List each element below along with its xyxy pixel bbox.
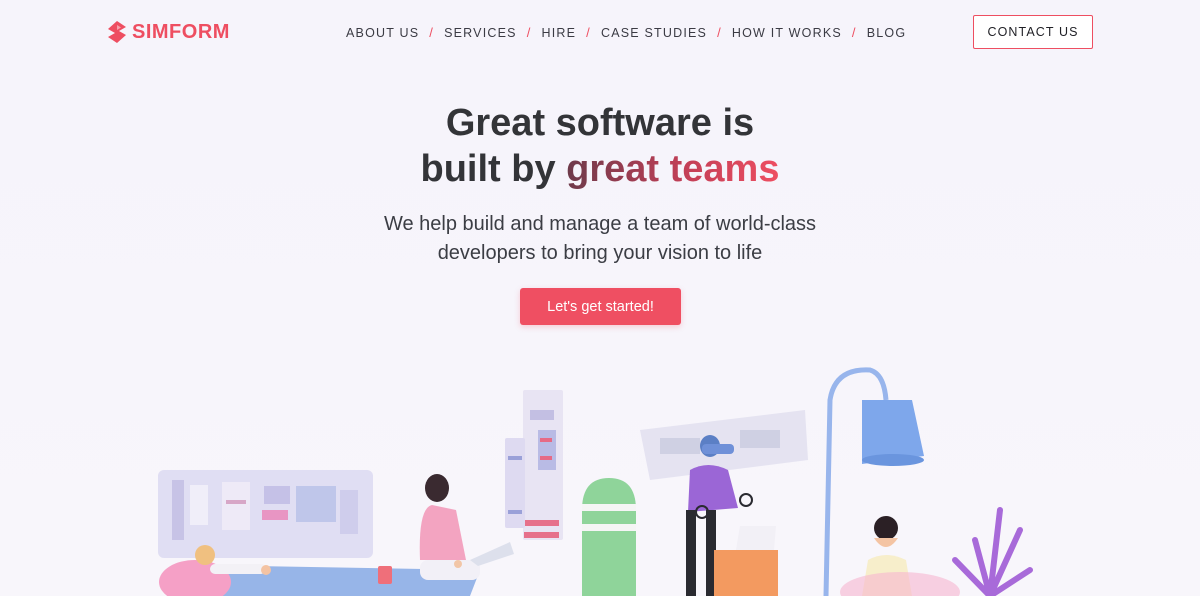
nav-item-case-studies[interactable]: CASE STUDIES (601, 26, 707, 40)
hero-subtitle: We help build and manage a team of world… (0, 210, 1200, 268)
nav-separator: / (526, 25, 532, 40)
nav-separator: / (586, 25, 591, 40)
main-nav: ABOUT US / SERVICES / HIRE / CASE STUDIE… (346, 25, 906, 40)
hero-title-prefix: built by (420, 148, 567, 190)
nav-item-services[interactable]: SERVICES (444, 26, 517, 40)
nav-item-about-us[interactable]: ABOUT US (346, 26, 419, 40)
hero-subtitle-line2: developers to bring your vision to life (437, 242, 763, 264)
team-workspace-illustration (158, 367, 1033, 596)
nav-item-hire[interactable]: HIRE (542, 26, 577, 40)
brand-name: SIMFORM (132, 20, 230, 43)
hero-title-accent: great teams (566, 148, 780, 190)
hero-title-line1: Great software is (445, 102, 755, 144)
nav-separator: / (429, 25, 435, 40)
nav-item-blog[interactable]: BLOG (867, 26, 907, 40)
hero-title: Great software is built by great teams (0, 100, 1200, 192)
simform-logo[interactable]: SIMFORM (106, 20, 230, 44)
hero-title-line2: built by great teams (0, 146, 1200, 192)
nav-separator: / (717, 25, 722, 40)
hero-subtitle-line1: We help build and manage a team of world… (383, 213, 817, 235)
nav-item-how-it-works[interactable]: HOW IT WORKS (732, 26, 842, 40)
nav-separator: / (851, 25, 857, 40)
simform-logo-icon (108, 21, 126, 43)
site-header: SIMFORM ABOUT US / SERVICES / HIRE / CAS… (0, 0, 1200, 64)
contact-us-button[interactable]: CONTACT US (973, 15, 1093, 49)
get-started-button[interactable]: Let's get started! (520, 288, 681, 325)
